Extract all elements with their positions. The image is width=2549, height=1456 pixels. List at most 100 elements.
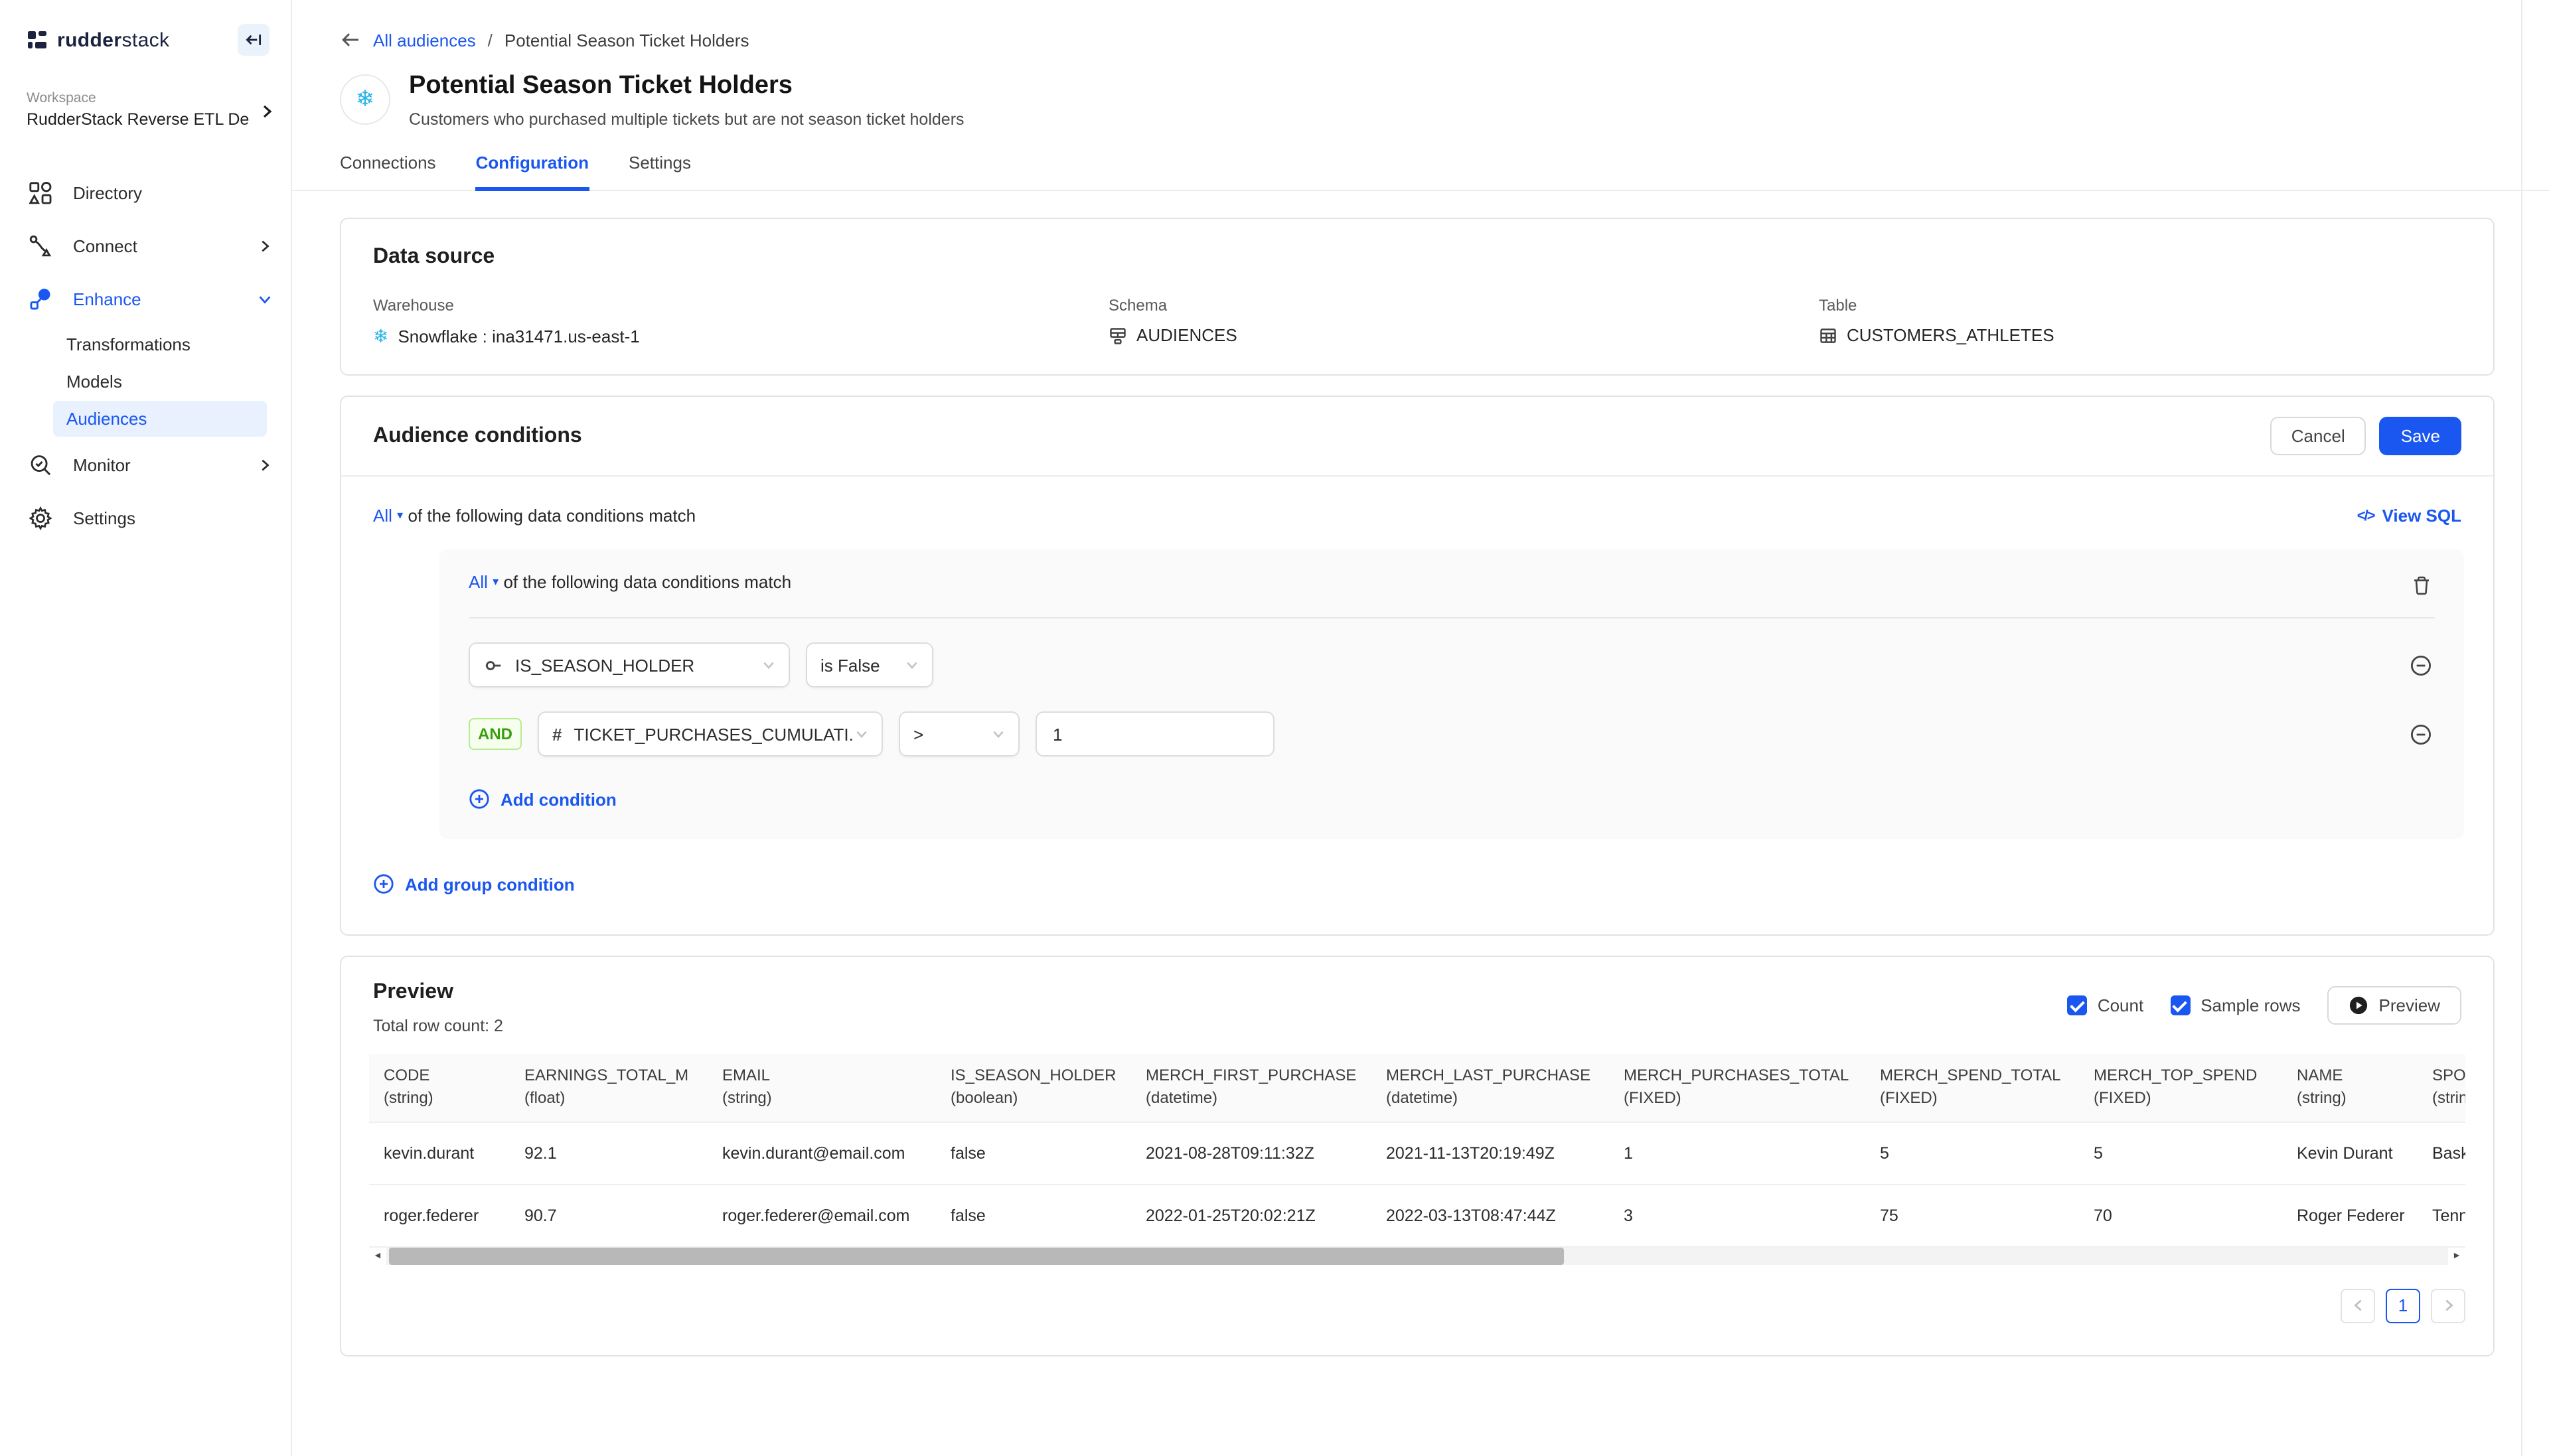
column-header[interactable]: CODE(string)	[369, 1054, 510, 1122]
tab-settings[interactable]: Settings	[629, 153, 691, 190]
content-area: Data source Warehouse ❄ Snowflake : ina3…	[292, 191, 2522, 1456]
operator-select-1[interactable]: is False	[806, 642, 933, 688]
sidebar-collapse-button[interactable]	[238, 24, 270, 56]
column-header[interactable]: EARNINGS_TOTAL_M(float)	[510, 1054, 708, 1122]
cancel-button[interactable]: Cancel	[2270, 417, 2366, 455]
directory-icon	[27, 179, 53, 206]
tab-connections[interactable]: Connections	[340, 153, 436, 190]
checkbox-checked-icon[interactable]	[2067, 995, 2087, 1015]
add-group-condition-button[interactable]: Add group condition	[373, 873, 2461, 895]
page-subtitle: Customers who purchased multiple tickets…	[409, 110, 965, 129]
audience-conditions-title: Audience conditions	[373, 424, 582, 448]
count-checkbox[interactable]: Count	[2067, 995, 2143, 1015]
tab-bar: Connections Configuration Settings	[292, 129, 2549, 191]
rudderstack-logo[interactable]: rudderstack	[27, 29, 169, 51]
sidebar-item-enhance[interactable]: Enhance	[0, 272, 291, 325]
sample-rows-checkbox[interactable]: Sample rows	[2170, 995, 2300, 1015]
scrollbar-track[interactable]	[386, 1248, 2448, 1265]
sidebar-item-audiences[interactable]: Audiences	[53, 401, 267, 437]
sidebar-item-settings[interactable]: Settings	[0, 491, 291, 544]
delete-group-button[interactable]	[2408, 572, 2435, 599]
column-header[interactable]: MERCH_TOP_SPEND(FIXED)	[2079, 1054, 2282, 1122]
schema-value: AUDIENCES	[1136, 325, 1237, 345]
remove-condition-2-button[interactable]	[2407, 720, 2435, 748]
operator-select-2[interactable]: >	[899, 711, 1020, 757]
group-match-all-dropdown[interactable]: All ▾	[469, 572, 499, 592]
field-select-1[interactable]: IS_SEASON_HOLDER	[469, 642, 790, 688]
scroll-left-icon[interactable]: ◄	[369, 1248, 386, 1265]
workspace-name: RudderStack Reverse ETL Den	[27, 110, 250, 129]
condition-value-input[interactable]	[1036, 711, 1274, 757]
sidebar-item-transformations[interactable]: Transformations	[53, 327, 267, 362]
caret-down-icon: ▾	[397, 508, 403, 522]
enhance-icon	[27, 285, 53, 312]
chevron-right-icon	[258, 457, 272, 472]
sidebar-nav: Directory Connect	[0, 166, 291, 544]
pagination: 1	[369, 1289, 2465, 1323]
column-header[interactable]: EMAIL(string)	[708, 1054, 936, 1122]
preview-card: Preview Total row count: 2 Count Sample …	[340, 956, 2495, 1356]
schema-field: Schema AUDIENCES	[1109, 296, 1819, 348]
horizontal-scrollbar: ◄ ►	[369, 1246, 2465, 1265]
table-field: Table CUSTOMERS_ATHLETES	[1819, 296, 2461, 348]
breadcrumb-current: Potential Season Ticket Holders	[504, 30, 749, 50]
plus-circle-icon	[469, 788, 490, 810]
table-label: Table	[1819, 296, 2461, 315]
sidebar-item-directory[interactable]: Directory	[0, 166, 291, 219]
warehouse-label: Warehouse	[373, 296, 1109, 315]
outer-match-suffix: of the following data conditions match	[408, 506, 696, 526]
gear-icon	[27, 504, 53, 531]
save-button[interactable]: Save	[2380, 417, 2461, 455]
back-arrow-icon[interactable]	[340, 29, 361, 50]
breadcrumb-separator: /	[488, 30, 493, 50]
column-header[interactable]: SPORT(string)	[2418, 1054, 2465, 1122]
column-header[interactable]: MERCH_LAST_PURCHASE(datetime)	[1371, 1054, 1609, 1122]
scroll-gutter-divider	[2521, 0, 2522, 1456]
preview-button[interactable]: Preview	[2327, 986, 2462, 1025]
scrollbar-thumb[interactable]	[389, 1248, 1565, 1265]
boolean-toggle-icon	[483, 655, 503, 675]
pagination-prev-button[interactable]	[2341, 1289, 2375, 1323]
schema-icon	[1109, 326, 1127, 344]
field-select-2[interactable]: # TICKET_PURCHASES_CUMULATI...	[538, 711, 883, 757]
sidebar-item-monitor[interactable]: Monitor	[0, 438, 291, 491]
view-sql-link[interactable]: </> View SQL	[2357, 506, 2461, 526]
remove-condition-1-button[interactable]	[2407, 651, 2435, 679]
column-header[interactable]: MERCH_PURCHASES_TOTAL(FIXED)	[1609, 1054, 1865, 1122]
column-header[interactable]: MERCH_FIRST_PURCHASE(datetime)	[1131, 1054, 1371, 1122]
column-header[interactable]: MERCH_SPEND_TOTAL(FIXED)	[1865, 1054, 2079, 1122]
logo-wordmark: rudderstack	[57, 29, 169, 51]
snowflake-icon: ❄	[356, 86, 375, 113]
checkbox-checked-icon[interactable]	[2170, 995, 2190, 1015]
pagination-next-button[interactable]	[2431, 1289, 2465, 1323]
workspace-label: Workspace	[27, 90, 270, 106]
connect-icon	[27, 232, 53, 259]
breadcrumb-all-audiences[interactable]: All audiences	[373, 30, 476, 50]
sidebar-item-models[interactable]: Models	[53, 364, 267, 400]
tab-configuration[interactable]: Configuration	[476, 153, 589, 191]
table-row[interactable]: kevin.durant 92.1 kevin.durant@email.com…	[369, 1122, 2465, 1184]
chevron-right-icon	[258, 238, 272, 253]
sidebar-item-connect[interactable]: Connect	[0, 219, 291, 272]
and-joiner-tag: AND	[469, 718, 522, 750]
table-row[interactable]: roger.federer 90.7 roger.federer@email.c…	[369, 1184, 2465, 1246]
preview-title: Preview	[373, 981, 503, 1005]
chevron-down-icon	[905, 658, 919, 672]
warehouse-field: Warehouse ❄ Snowflake : ina31471.us-east…	[373, 296, 1109, 348]
minus-circle-icon	[2410, 723, 2432, 745]
chevron-right-icon	[259, 104, 275, 119]
column-header[interactable]: NAME(string)	[2282, 1054, 2418, 1122]
table-icon	[1819, 326, 1837, 344]
pagination-page-1[interactable]: 1	[2386, 1289, 2420, 1323]
outer-match-all-dropdown[interactable]: All ▾	[373, 506, 403, 526]
workspace-switcher[interactable]: Workspace RudderStack Reverse ETL Den	[27, 90, 270, 129]
add-condition-button[interactable]: Add condition	[469, 788, 2435, 810]
table-header-row: CODE(string) EARNINGS_TOTAL_M(float) EMA…	[369, 1054, 2465, 1122]
chevron-down-icon	[762, 658, 775, 672]
total-row-count: Total row count: 2	[373, 1017, 503, 1035]
main-panel: All audiences / Potential Season Ticket …	[292, 0, 2549, 1456]
chevron-down-icon	[855, 727, 868, 741]
code-icon: </>	[2357, 508, 2374, 524]
column-header[interactable]: IS_SEASON_HOLDER(boolean)	[936, 1054, 1131, 1122]
scroll-right-icon[interactable]: ►	[2448, 1248, 2465, 1265]
